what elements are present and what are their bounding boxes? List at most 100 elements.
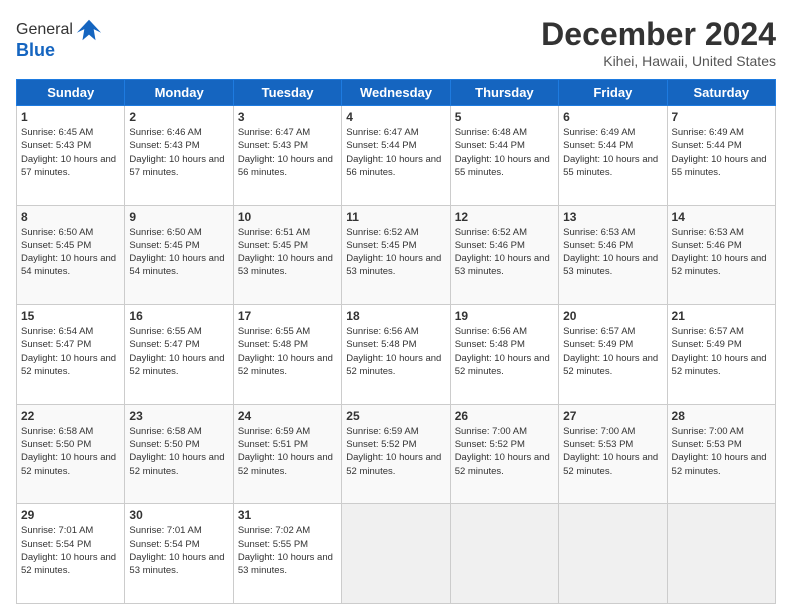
day-number: 5 <box>455 110 554 124</box>
calendar-day: 23 Sunrise: 6:58 AM Sunset: 5:50 PM Dayl… <box>125 404 233 504</box>
sunrise-label: Sunrise: 6:58 AM <box>21 426 93 437</box>
day-info: Sunrise: 6:48 AM Sunset: 5:44 PM Dayligh… <box>455 126 554 179</box>
sunrise-label: Sunrise: 6:46 AM <box>129 127 201 138</box>
day-number: 10 <box>238 210 337 224</box>
calendar-day <box>667 504 775 604</box>
sunset-label: Sunset: 5:43 PM <box>129 140 199 151</box>
day-number: 19 <box>455 309 554 323</box>
day-info: Sunrise: 6:51 AM Sunset: 5:45 PM Dayligh… <box>238 226 337 279</box>
calendar-week-2: 8 Sunrise: 6:50 AM Sunset: 5:45 PM Dayli… <box>17 205 776 305</box>
day-number: 28 <box>672 409 771 423</box>
day-number: 14 <box>672 210 771 224</box>
sunrise-label: Sunrise: 6:53 AM <box>672 227 744 238</box>
calendar-week-4: 22 Sunrise: 6:58 AM Sunset: 5:50 PM Dayl… <box>17 404 776 504</box>
day-header-sunday: Sunday <box>17 80 125 106</box>
logo: General Blue <box>16 16 103 61</box>
sunset-label: Sunset: 5:48 PM <box>238 339 308 350</box>
calendar-day: 22 Sunrise: 6:58 AM Sunset: 5:50 PM Dayl… <box>17 404 125 504</box>
title-block: December 2024 Kihei, Hawaii, United Stat… <box>541 16 776 69</box>
calendar-day: 6 Sunrise: 6:49 AM Sunset: 5:44 PM Dayli… <box>559 106 667 206</box>
day-header-thursday: Thursday <box>450 80 558 106</box>
calendar-day: 9 Sunrise: 6:50 AM Sunset: 5:45 PM Dayli… <box>125 205 233 305</box>
daylight-label: Daylight: 10 hours and 52 minutes. <box>563 452 658 476</box>
sunset-label: Sunset: 5:53 PM <box>563 439 633 450</box>
calendar-header-row: SundayMondayTuesdayWednesdayThursdayFrid… <box>17 80 776 106</box>
calendar-day <box>342 504 450 604</box>
day-info: Sunrise: 6:58 AM Sunset: 5:50 PM Dayligh… <box>129 425 228 478</box>
calendar-day: 16 Sunrise: 6:55 AM Sunset: 5:47 PM Dayl… <box>125 305 233 405</box>
day-number: 20 <box>563 309 662 323</box>
calendar-day: 3 Sunrise: 6:47 AM Sunset: 5:43 PM Dayli… <box>233 106 341 206</box>
day-info: Sunrise: 6:45 AM Sunset: 5:43 PM Dayligh… <box>21 126 120 179</box>
daylight-label: Daylight: 10 hours and 54 minutes. <box>21 253 116 277</box>
daylight-label: Daylight: 10 hours and 52 minutes. <box>21 353 116 377</box>
calendar-day: 5 Sunrise: 6:48 AM Sunset: 5:44 PM Dayli… <box>450 106 558 206</box>
day-info: Sunrise: 6:52 AM Sunset: 5:45 PM Dayligh… <box>346 226 445 279</box>
logo-general: General <box>16 21 73 39</box>
calendar-day: 24 Sunrise: 6:59 AM Sunset: 5:51 PM Dayl… <box>233 404 341 504</box>
calendar-day: 26 Sunrise: 7:00 AM Sunset: 5:52 PM Dayl… <box>450 404 558 504</box>
day-number: 13 <box>563 210 662 224</box>
day-info: Sunrise: 6:59 AM Sunset: 5:52 PM Dayligh… <box>346 425 445 478</box>
day-info: Sunrise: 6:54 AM Sunset: 5:47 PM Dayligh… <box>21 325 120 378</box>
sunrise-label: Sunrise: 7:01 AM <box>21 525 93 536</box>
day-number: 23 <box>129 409 228 423</box>
day-info: Sunrise: 6:47 AM Sunset: 5:43 PM Dayligh… <box>238 126 337 179</box>
day-info: Sunrise: 7:02 AM Sunset: 5:55 PM Dayligh… <box>238 524 337 577</box>
day-number: 12 <box>455 210 554 224</box>
sunrise-label: Sunrise: 6:50 AM <box>129 227 201 238</box>
day-number: 18 <box>346 309 445 323</box>
day-header-tuesday: Tuesday <box>233 80 341 106</box>
day-number: 21 <box>672 309 771 323</box>
sunrise-label: Sunrise: 6:49 AM <box>563 127 635 138</box>
calendar-day: 14 Sunrise: 6:53 AM Sunset: 5:46 PM Dayl… <box>667 205 775 305</box>
day-info: Sunrise: 6:57 AM Sunset: 5:49 PM Dayligh… <box>563 325 662 378</box>
calendar-table: SundayMondayTuesdayWednesdayThursdayFrid… <box>16 79 776 604</box>
sunrise-label: Sunrise: 7:00 AM <box>672 426 744 437</box>
sunrise-label: Sunrise: 6:57 AM <box>563 326 635 337</box>
calendar-day: 21 Sunrise: 6:57 AM Sunset: 5:49 PM Dayl… <box>667 305 775 405</box>
day-info: Sunrise: 7:00 AM Sunset: 5:53 PM Dayligh… <box>563 425 662 478</box>
day-info: Sunrise: 6:56 AM Sunset: 5:48 PM Dayligh… <box>455 325 554 378</box>
calendar-day: 4 Sunrise: 6:47 AM Sunset: 5:44 PM Dayli… <box>342 106 450 206</box>
sunset-label: Sunset: 5:43 PM <box>21 140 91 151</box>
sunset-label: Sunset: 5:44 PM <box>563 140 633 151</box>
sunset-label: Sunset: 5:45 PM <box>129 240 199 251</box>
calendar-day: 28 Sunrise: 7:00 AM Sunset: 5:53 PM Dayl… <box>667 404 775 504</box>
sunrise-label: Sunrise: 6:52 AM <box>455 227 527 238</box>
sunset-label: Sunset: 5:44 PM <box>346 140 416 151</box>
sunset-label: Sunset: 5:50 PM <box>129 439 199 450</box>
calendar-day: 10 Sunrise: 6:51 AM Sunset: 5:45 PM Dayl… <box>233 205 341 305</box>
sunset-label: Sunset: 5:44 PM <box>672 140 742 151</box>
daylight-label: Daylight: 10 hours and 57 minutes. <box>21 154 116 178</box>
day-info: Sunrise: 7:00 AM Sunset: 5:52 PM Dayligh… <box>455 425 554 478</box>
calendar-day: 25 Sunrise: 6:59 AM Sunset: 5:52 PM Dayl… <box>342 404 450 504</box>
day-number: 24 <box>238 409 337 423</box>
calendar-day: 27 Sunrise: 7:00 AM Sunset: 5:53 PM Dayl… <box>559 404 667 504</box>
calendar-day: 20 Sunrise: 6:57 AM Sunset: 5:49 PM Dayl… <box>559 305 667 405</box>
sunset-label: Sunset: 5:49 PM <box>563 339 633 350</box>
day-info: Sunrise: 6:56 AM Sunset: 5:48 PM Dayligh… <box>346 325 445 378</box>
day-info: Sunrise: 6:53 AM Sunset: 5:46 PM Dayligh… <box>672 226 771 279</box>
daylight-label: Daylight: 10 hours and 52 minutes. <box>672 353 767 377</box>
sunrise-label: Sunrise: 6:51 AM <box>238 227 310 238</box>
daylight-label: Daylight: 10 hours and 55 minutes. <box>672 154 767 178</box>
day-number: 22 <box>21 409 120 423</box>
sunrise-label: Sunrise: 6:56 AM <box>455 326 527 337</box>
sunrise-label: Sunrise: 6:58 AM <box>129 426 201 437</box>
calendar-day: 17 Sunrise: 6:55 AM Sunset: 5:48 PM Dayl… <box>233 305 341 405</box>
header: General Blue December 2024 Kihei, Hawaii… <box>16 16 776 69</box>
day-number: 2 <box>129 110 228 124</box>
sunset-label: Sunset: 5:47 PM <box>21 339 91 350</box>
daylight-label: Daylight: 10 hours and 53 minutes. <box>346 253 441 277</box>
day-info: Sunrise: 6:47 AM Sunset: 5:44 PM Dayligh… <box>346 126 445 179</box>
sunrise-label: Sunrise: 6:50 AM <box>21 227 93 238</box>
calendar-day: 8 Sunrise: 6:50 AM Sunset: 5:45 PM Dayli… <box>17 205 125 305</box>
calendar-day: 18 Sunrise: 6:56 AM Sunset: 5:48 PM Dayl… <box>342 305 450 405</box>
location: Kihei, Hawaii, United States <box>541 53 776 69</box>
day-number: 29 <box>21 508 120 522</box>
day-info: Sunrise: 6:52 AM Sunset: 5:46 PM Dayligh… <box>455 226 554 279</box>
daylight-label: Daylight: 10 hours and 52 minutes. <box>238 353 333 377</box>
day-info: Sunrise: 7:00 AM Sunset: 5:53 PM Dayligh… <box>672 425 771 478</box>
day-number: 1 <box>21 110 120 124</box>
